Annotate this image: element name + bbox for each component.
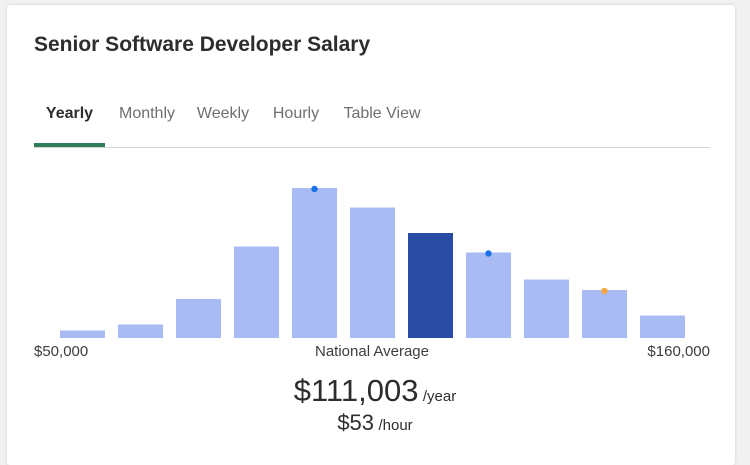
histogram-bar [234,246,279,338]
histogram-bar [60,330,105,338]
histogram-bar [292,188,337,338]
hourly-salary: $53 /hour [0,410,750,436]
yearly-salary: $111,003 /year [0,373,750,409]
histogram-bar [582,290,627,338]
histogram-bar [350,207,395,338]
histogram-bar [118,324,163,338]
histogram-bar [640,315,685,338]
bar-marker-dot [601,287,608,295]
yearly-salary-unit: /year [422,388,457,405]
bar-marker-dot [311,185,318,193]
histogram-bar [524,279,569,338]
histogram-bar-highlighted [408,233,453,338]
hourly-salary-unit: /hour [378,417,413,434]
x-max-label: $160,000 [647,343,710,360]
national-average-label: National Average [315,343,429,360]
histogram-bar [176,299,221,338]
histogram-bar [466,252,511,338]
yearly-salary-value: $111,003 [293,373,419,408]
bar-marker-dot [485,250,492,257]
hourly-salary-value: $53 [337,410,375,435]
